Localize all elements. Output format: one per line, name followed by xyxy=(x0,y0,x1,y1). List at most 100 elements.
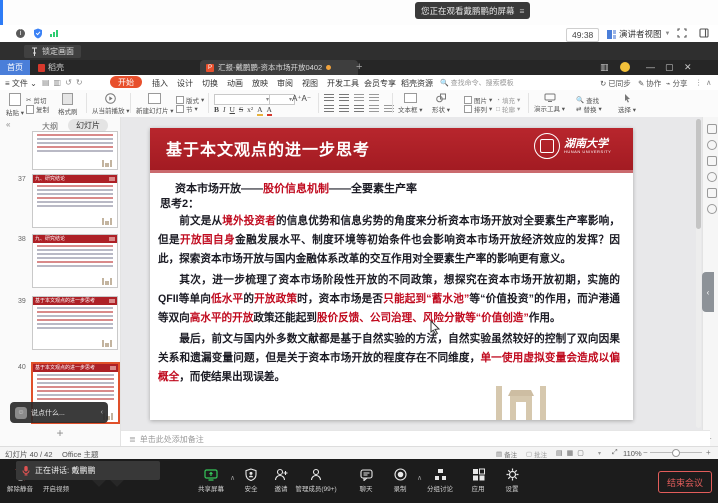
wps-home-tab[interactable]: 首页 xyxy=(0,60,30,75)
slide-thumbnail-38[interactable]: 九、研究结论 xyxy=(32,234,118,288)
sidebar-icon-properties[interactable] xyxy=(707,124,717,134)
font-color-button[interactable]: A xyxy=(267,105,272,116)
menu-tab-start[interactable]: 开始 xyxy=(110,76,142,88)
shape-button[interactable]: 形状 ▾ xyxy=(432,93,450,114)
pin-screen-button[interactable]: 锁定画面 xyxy=(24,45,81,58)
network-signal-icon[interactable] xyxy=(50,30,58,37)
bold-button[interactable]: B xyxy=(214,105,219,116)
sidebar-icon-animation[interactable] xyxy=(707,140,717,150)
select-button[interactable]: 选择 ▾ xyxy=(618,93,636,114)
share-button[interactable]: ⌁分享 xyxy=(666,78,688,89)
play-from-current-button[interactable]: 从当前播放 ▾ xyxy=(92,93,130,115)
font-name-select[interactable]: ▾ xyxy=(214,94,272,105)
align-left-button[interactable] xyxy=(324,105,334,112)
highlight-color-button[interactable]: A xyxy=(257,105,262,116)
sidebar-icon-clock[interactable] xyxy=(707,172,717,182)
window-close-button[interactable]: ✕ xyxy=(684,62,692,73)
align-right-button[interactable] xyxy=(354,105,364,112)
record-button[interactable]: 录制 xyxy=(378,468,422,493)
share-screen-button[interactable]: 共享屏幕 xyxy=(189,468,233,493)
slide-thumbnail-37[interactable]: 九、研究结论 xyxy=(32,174,118,228)
zoom-slider-knob[interactable] xyxy=(672,449,680,457)
notes-bar[interactable]: ≣ 单击此处添加备注 xyxy=(121,430,710,447)
view-dropdown-icon[interactable]: ▾ xyxy=(598,450,601,457)
wps-avatar[interactable] xyxy=(620,62,630,72)
wps-document-tab[interactable]: P 汇报-戴鹏鹏-资本市场开放0402 xyxy=(200,60,358,75)
sidebar-icon-settings[interactable] xyxy=(707,204,717,214)
menu-tab-animation[interactable]: 动画 xyxy=(227,78,243,89)
bullet-list-button[interactable] xyxy=(324,94,334,101)
italic-button[interactable]: I xyxy=(223,105,226,116)
fullscreen-icon[interactable] xyxy=(677,28,687,38)
outline-button[interactable]: □ 轮廓 ▾ xyxy=(496,104,520,114)
menu-tab-docer-res[interactable]: 稻壳资源 xyxy=(401,78,433,89)
slide-thumbnail-partial[interactable] xyxy=(32,131,118,170)
copy-button[interactable]: 复制 xyxy=(26,104,49,114)
side-panel-toggle-icon[interactable] xyxy=(699,28,709,38)
window-maximize-button[interactable]: ▢ xyxy=(665,62,674,73)
command-search-box[interactable]: 🔍 查找命令、搜索模板 xyxy=(440,78,514,88)
file-menu[interactable]: ≡ 文件 ⌄ xyxy=(5,78,37,89)
zoom-in-button[interactable]: + xyxy=(706,448,711,457)
chevron-left-icon[interactable]: ‹ xyxy=(101,409,103,416)
sidebar-icon-design[interactable] xyxy=(707,156,717,166)
collapse-panel-icon[interactable]: « xyxy=(6,120,10,129)
slide-sorter-icon[interactable]: ▦ xyxy=(567,449,574,457)
window-minimize-button[interactable]: — xyxy=(646,62,655,72)
canvas-scrollbar-thumb[interactable] xyxy=(696,119,701,229)
menu-tab-devtools[interactable]: 开发工具 xyxy=(327,78,359,89)
menu-tab-transition[interactable]: 切换 xyxy=(202,78,218,89)
more-menu-icon[interactable]: ⋮ xyxy=(695,78,703,87)
file-menu-label: 文件 xyxy=(12,79,28,88)
sync-status[interactable]: ↻已同步 xyxy=(600,78,631,89)
reading-view-icon[interactable]: ▢ xyxy=(577,449,584,457)
notes-toggle[interactable]: ▤ 备注 xyxy=(496,449,517,459)
security-shield-icon[interactable] xyxy=(33,28,43,39)
normal-view-icon[interactable]: ▤ xyxy=(556,449,563,457)
present-tools-button[interactable]: 演示工具 ▾ xyxy=(534,93,565,113)
slide-thumbnail-39[interactable]: 基于本文观点的进一步思考 xyxy=(32,296,118,350)
collab-button[interactable]: ✎协作 xyxy=(638,78,661,89)
meeting-info-icon[interactable]: i xyxy=(16,29,25,38)
wps-docer-tab[interactable]: 稻壳 xyxy=(30,60,72,75)
menu-tab-design[interactable]: 设计 xyxy=(177,78,193,89)
textbox-button[interactable]: 文本框 ▾ xyxy=(398,93,423,114)
menu-tab-insert[interactable]: 插入 xyxy=(152,78,168,89)
sidebar-collapse-handle[interactable]: ‹ xyxy=(702,272,714,312)
reading-layout-icon[interactable]: ▥ xyxy=(600,62,609,73)
indent-decrease-button[interactable] xyxy=(354,94,364,101)
zoom-percent[interactable]: 110% xyxy=(623,449,642,458)
menu-tab-review[interactable]: 审阅 xyxy=(277,78,293,89)
settings-button[interactable]: 设置 xyxy=(490,468,534,493)
add-slide-button[interactable]: + xyxy=(50,426,70,440)
meeting-caption-input[interactable]: ☺ 说点什么... ‹ xyxy=(10,402,108,423)
indent-increase-button[interactable] xyxy=(369,94,379,101)
menu-tab-view[interactable]: 视图 xyxy=(302,78,318,89)
comments-toggle[interactable]: ▢ 批注 xyxy=(526,449,547,459)
new-slide-button[interactable]: 新建幻灯片 ▾ xyxy=(136,93,174,115)
replace-button[interactable]: ⇄ 替换 ▾ xyxy=(576,104,602,114)
menu-tab-member[interactable]: 会员专享 xyxy=(364,78,396,89)
quick-access-toolbar[interactable]: ▤▥↺↻ xyxy=(42,78,87,87)
format-painter-button[interactable]: 格式刷 xyxy=(58,93,78,116)
strikethrough-button[interactable]: S xyxy=(239,105,243,116)
justify-button[interactable] xyxy=(369,105,379,112)
fit-slide-icon[interactable]: ⤢ xyxy=(612,449,618,457)
align-center-button[interactable] xyxy=(339,105,349,112)
arrange-button[interactable]: 排列 ▾ xyxy=(464,104,492,114)
tooltip-menu-icon[interactable]: ≡ xyxy=(520,6,525,16)
underline-button[interactable]: U xyxy=(230,105,235,116)
numbered-list-button[interactable] xyxy=(339,94,349,101)
zoom-out-button[interactable]: − xyxy=(643,448,648,457)
view-mode-dropdown[interactable]: 演讲者视图 ▼ xyxy=(607,28,670,40)
end-meeting-button[interactable]: 结束会议 xyxy=(658,471,712,493)
menu-tab-slideshow[interactable]: 放映 xyxy=(252,78,268,89)
manage-members-button[interactable]: 管理成员(99+) xyxy=(288,468,344,493)
paste-button[interactable]: 粘贴 ▾ xyxy=(6,93,24,117)
collapse-ribbon-icon[interactable]: ∧ xyxy=(706,78,712,87)
section-button[interactable]: 节 ▾ xyxy=(176,104,198,114)
new-tab-button[interactable]: + xyxy=(356,61,362,73)
font-grow-shrink[interactable]: A⁺A⁻ xyxy=(292,94,311,103)
sidebar-icon-media[interactable] xyxy=(707,188,717,198)
superscript-button[interactable]: x² xyxy=(247,105,253,116)
